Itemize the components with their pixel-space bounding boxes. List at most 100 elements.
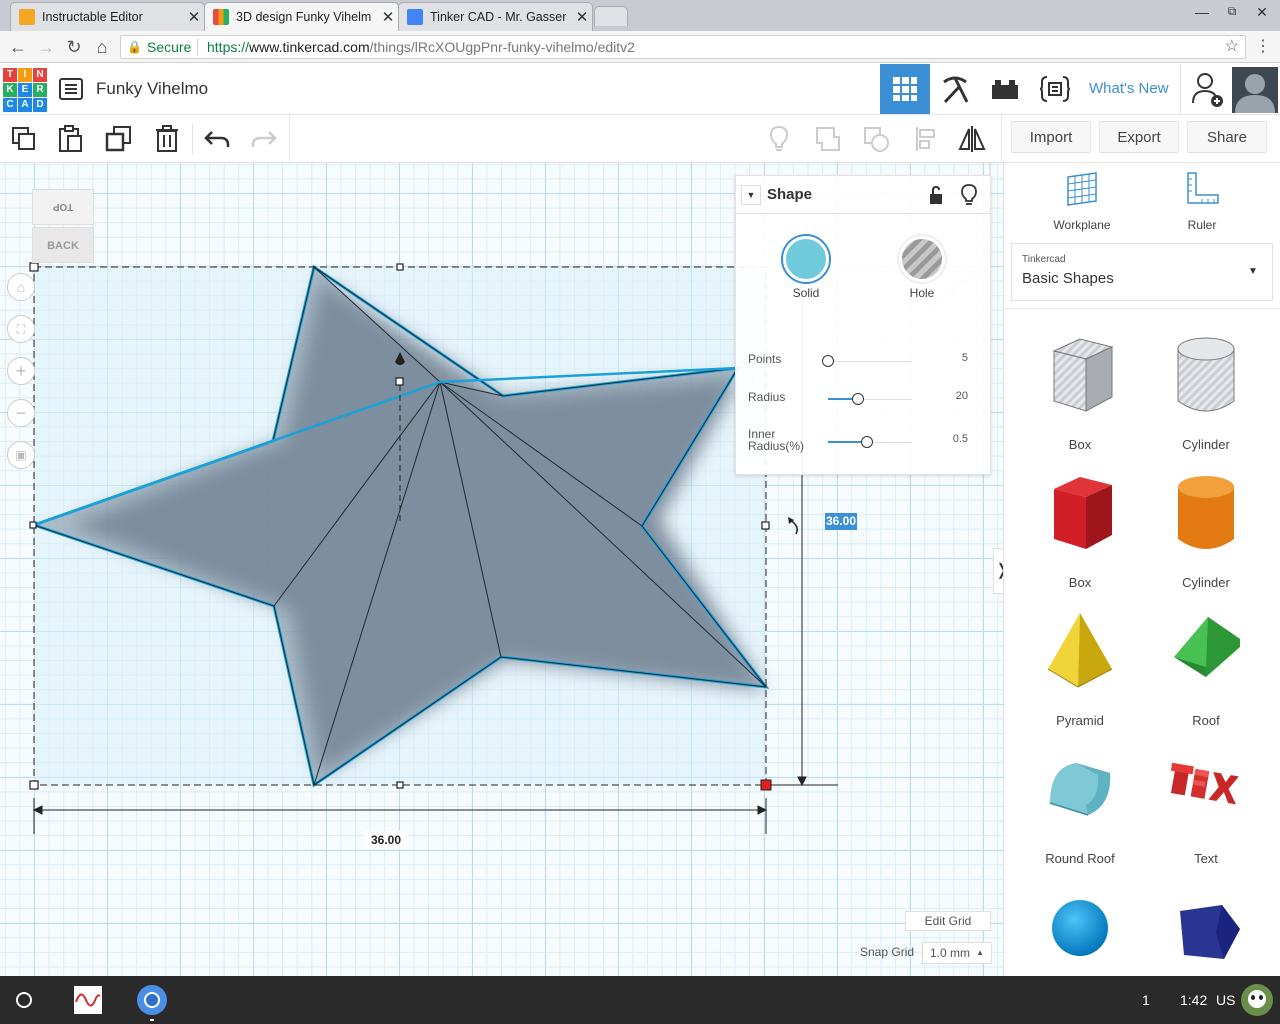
shape-round-roof[interactable]: Round Roof [1025,745,1135,875]
shape-cylinder-orange[interactable]: Cylinder [1151,469,1261,599]
shape-roof[interactable]: Roof [1151,607,1261,737]
browser-menu-icon[interactable]: ⋮ [1251,36,1275,58]
view-cube-back[interactable]: BACK [32,227,94,263]
library-selector[interactable]: Tinkercad Basic Shapes ▼ [1011,243,1273,301]
cylinder-orange-icon [1178,476,1234,549]
shape-sphere[interactable] [1025,883,1135,976]
points-slider-knob[interactable] [822,355,834,367]
width-dimension-label[interactable]: 36.00 [364,831,408,849]
shape-polygon[interactable] [1151,883,1261,976]
share-button[interactable]: Share [1187,121,1267,153]
back-arrow-icon[interactable]: ← [6,36,30,58]
caret-up-icon: ▲ [976,948,984,957]
shape-text[interactable]: Text [1151,745,1261,875]
unlock-icon[interactable] [928,185,944,205]
solid-label: Solid [792,286,820,300]
tab-tinker-cad-gasser[interactable]: Tinker CAD - Mr. Gasser ✕ [398,2,593,31]
copy-icon[interactable] [6,121,42,157]
close-window-icon[interactable]: ✕ [1247,4,1277,21]
tab-title: 3D design Funky Vihelm [236,10,372,24]
hole-option[interactable] [897,234,947,284]
forward-arrow-icon[interactable]: → [34,36,58,58]
inner-radius-slider-knob[interactable] [861,436,874,448]
close-tab-icon[interactable]: ✕ [184,8,204,26]
panda-eye [1251,995,1255,1000]
logo-letter: R [33,83,47,97]
logo-letter: C [3,98,17,112]
workplane-tool[interactable]: Workplane [1034,171,1130,233]
logo-letter: T [3,68,17,82]
tab-3d-design[interactable]: 3D design Funky Vihelm ✕ [204,2,399,31]
3d-view-grid-icon[interactable] [880,64,930,114]
roof-icon [1174,617,1240,677]
group-icon[interactable] [810,121,846,157]
tinkercad-logo[interactable]: T I N K E R C A D [3,68,47,112]
ungroup-icon[interactable] [858,121,894,157]
whats-new-link[interactable]: What's New [1089,80,1169,97]
bricks-icon[interactable] [980,64,1030,114]
workplane-icon [1067,172,1097,206]
home-icon[interactable]: ⌂ [90,36,114,58]
collapse-caret-icon[interactable]: ▼ [741,185,761,205]
depth-dimension-input[interactable]: 36.00 [825,513,857,530]
duplicate-icon[interactable] [101,121,137,157]
shape-pyramid[interactable]: Pyramid [1025,607,1135,737]
solid-option[interactable] [781,234,831,284]
view-cube-top[interactable]: TOP [32,189,94,225]
corner-handle-active[interactable] [760,779,772,791]
shape-cylinder-striped[interactable]: Cylinder [1151,331,1261,461]
launcher-icon[interactable] [16,992,32,1008]
radius-slider-knob[interactable] [852,393,865,405]
delete-trash-icon[interactable] [149,121,185,157]
fit-view-icon[interactable]: ⛶ [7,315,35,343]
visibility-bulb-icon[interactable] [960,184,978,206]
home-view-icon[interactable]: ⌂ [7,273,35,301]
paste-icon[interactable] [52,121,88,157]
page-indicator: 1 [1142,992,1150,1008]
shape-box-striped[interactable]: Box [1025,331,1135,461]
add-user-icon[interactable] [1182,64,1232,114]
align-icon[interactable] [908,121,944,157]
ortho-view-icon[interactable]: ▣ [7,441,35,469]
shape-box-red[interactable]: Box [1025,469,1135,599]
pickaxe-icon[interactable] [930,64,980,114]
minimize-icon[interactable]: — [1187,4,1217,20]
address-bar[interactable]: 🔒 Secure https://www.tinkercad.com/thing… [120,35,1246,59]
shape-label: Round Roof [1045,851,1115,866]
export-button[interactable]: Export [1099,121,1179,153]
design-title[interactable]: Funky Vihelmo [96,79,208,99]
pyramid-icon [1047,613,1113,688]
reload-icon[interactable]: ↻ [62,36,86,58]
snap-grid-select[interactable]: 1.0 mm ▲ [922,942,992,964]
ruler-tool[interactable]: Ruler [1154,171,1250,233]
points-value[interactable]: 5 [942,352,968,364]
input-locale[interactable]: US [1216,992,1235,1008]
design-list-icon[interactable] [59,78,83,100]
edit-grid-button[interactable]: Edit Grid [905,911,991,931]
restore-icon[interactable]: ⧉ [1217,4,1247,19]
lightbulb-icon[interactable] [761,121,797,157]
chrome-app-icon[interactable] [137,985,167,1015]
view-cube[interactable]: TOP BACK [30,187,96,265]
instructables-favicon-icon [19,9,35,25]
user-avatar[interactable] [1232,67,1278,113]
zoom-out-icon[interactable]: − [7,399,35,427]
redo-icon[interactable] [246,121,282,157]
inner-radius-value[interactable]: 0.5 [942,433,968,445]
radius-value[interactable]: 20 [942,390,968,402]
bookmark-star-icon[interactable]: ☆ [1225,36,1239,58]
close-tab-icon[interactable]: ✕ [572,8,592,26]
clock[interactable]: 1:42 [1180,992,1207,1008]
hole-swatch [902,239,942,279]
close-tab-icon[interactable]: ✕ [378,8,398,26]
mirror-icon[interactable] [954,121,990,157]
tab-instructable-editor[interactable]: Instructable Editor ✕ [10,2,205,31]
zoom-in-icon[interactable]: + [7,357,35,385]
code-blocks-icon[interactable] [1030,64,1080,114]
slider-track[interactable] [828,361,912,362]
user-status-avatar[interactable] [1241,984,1273,1016]
import-button[interactable]: Import [1011,121,1091,153]
new-tab-button[interactable] [594,6,628,26]
waveform-app-icon[interactable] [74,986,102,1014]
undo-icon[interactable] [199,121,235,157]
